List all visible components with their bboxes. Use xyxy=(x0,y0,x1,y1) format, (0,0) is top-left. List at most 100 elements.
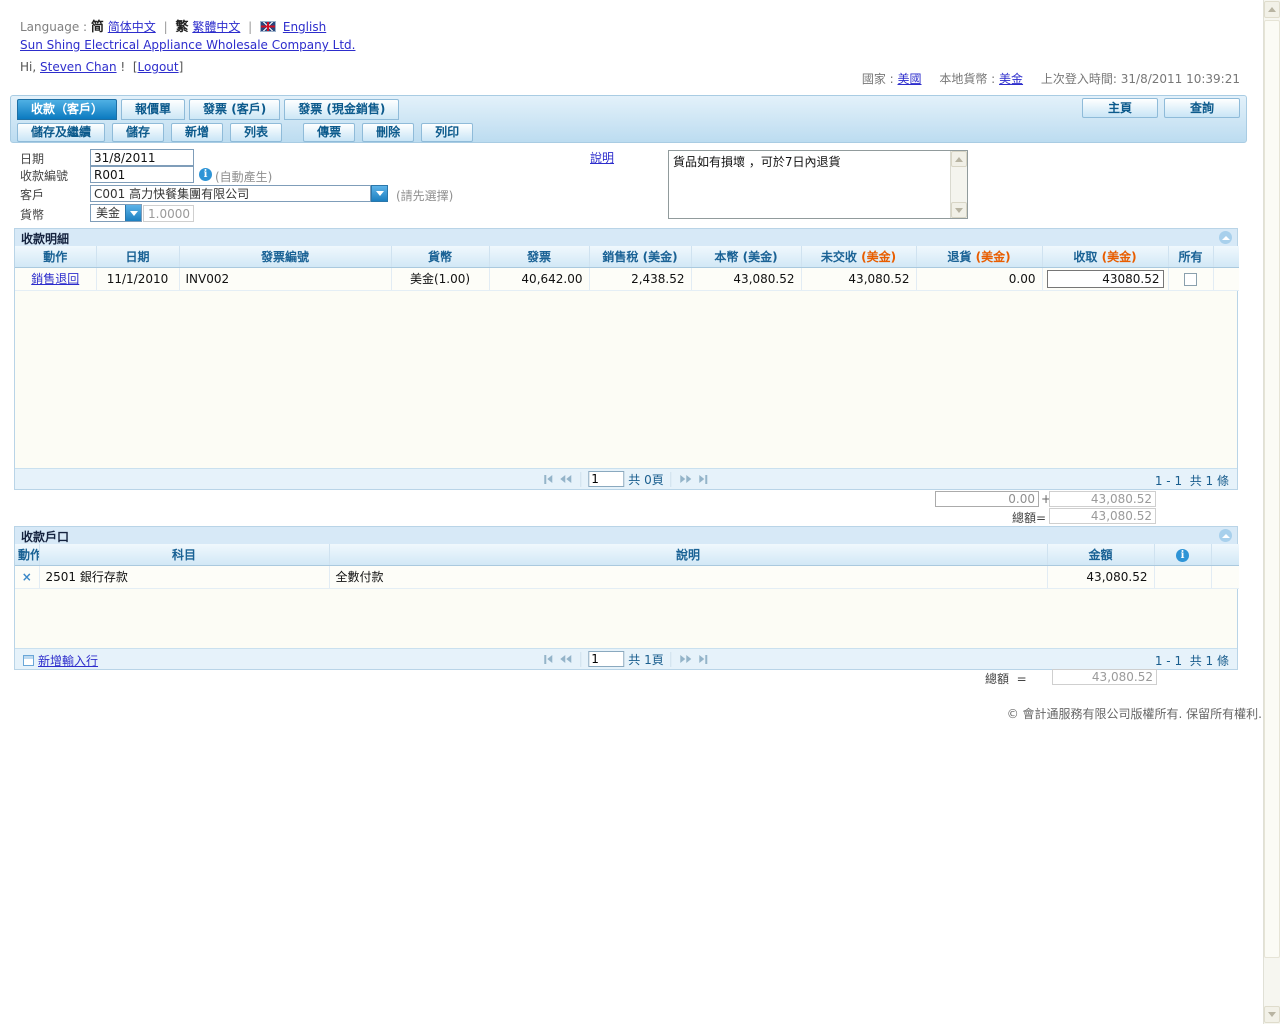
customer-hint: (請先選擇) xyxy=(396,187,453,204)
exchange-rate-input xyxy=(143,205,194,222)
next-page-icon[interactable] xyxy=(679,475,694,483)
voucher-button[interactable]: 傳票 xyxy=(303,123,355,142)
tab-invoice-cash-sale[interactable]: 發票 (現金銷售) xyxy=(284,99,399,120)
customer-combo-value[interactable]: C001 高力快餐集團有限公司 xyxy=(90,185,371,202)
col-spacer xyxy=(1211,544,1239,565)
logout-link[interactable]: Logout xyxy=(138,60,179,74)
col-currency: 貨幣 xyxy=(391,246,489,267)
customer-combo[interactable]: C001 高力快餐集團有限公司 xyxy=(90,185,388,202)
tab-invoice-customer[interactable]: 發票 (客戶) xyxy=(189,99,280,120)
traditional-glyph: 繁 xyxy=(175,20,188,35)
last-page-icon[interactable] xyxy=(698,655,710,664)
chevron-down-icon[interactable] xyxy=(371,185,388,202)
save-button[interactable]: 儲存 xyxy=(112,123,164,142)
select-cell xyxy=(1168,267,1213,290)
scroll-down-icon[interactable] xyxy=(951,202,967,218)
delete-button[interactable]: 刪除 xyxy=(362,123,414,142)
col-outstanding: 未交收 (美金) xyxy=(801,246,916,267)
receipt-no-input[interactable] xyxy=(90,166,194,183)
copyright-text: © 會計通服務有限公司版權所有. 保留所有權利. xyxy=(1007,705,1262,722)
add-row-link[interactable]: 新增輸入行 xyxy=(23,652,98,669)
remark-textarea[interactable]: 貨品如有損壞 ，可於7日內退貨 xyxy=(668,150,968,219)
info-icon[interactable]: i xyxy=(1176,549,1189,562)
new-button[interactable]: 新增 xyxy=(171,123,223,142)
col-invoice: 發票 xyxy=(489,246,589,267)
receive-cell xyxy=(1042,267,1168,290)
tab-quotation[interactable]: 報價單 xyxy=(121,99,185,120)
collapse-icon[interactable] xyxy=(1219,231,1232,244)
page-number-input[interactable] xyxy=(588,471,624,487)
account-grid-empty-area xyxy=(15,589,1237,648)
action-button-row: 儲存及繼續 儲存 新增 列表 傳票 刪除 列印 xyxy=(11,120,1246,143)
info-icon[interactable]: i xyxy=(199,168,212,181)
receive-input[interactable] xyxy=(1047,270,1164,288)
scrollbar-thumb[interactable] xyxy=(1264,20,1280,958)
language-bar: Language : 简 简体中文 | 繁 繁體中文 | English xyxy=(20,16,326,35)
separator: | xyxy=(248,20,252,34)
scroll-down-icon[interactable] xyxy=(1264,1006,1280,1023)
divider xyxy=(580,472,581,487)
add-row-label[interactable]: 新增輸入行 xyxy=(38,652,98,669)
remark-text[interactable]: 貨品如有損壞 ，可於7日內退貨 xyxy=(669,151,950,218)
page-count-label: 共 0頁 xyxy=(628,471,663,488)
row-checkbox[interactable] xyxy=(1184,273,1197,286)
first-page-icon[interactable] xyxy=(542,655,554,664)
local-currency-link[interactable]: 美金 xyxy=(999,72,1023,86)
delete-row-icon[interactable]: × xyxy=(22,570,32,584)
query-button[interactable]: 查詢 xyxy=(1164,98,1240,118)
next-page-icon[interactable] xyxy=(679,655,694,663)
currency-select[interactable]: 美金 xyxy=(90,204,142,222)
received-sum-input[interactable] xyxy=(935,491,1039,507)
last-login-label: 上次登入時間: xyxy=(1041,72,1117,86)
pager-controls: 共 1頁 xyxy=(542,649,709,670)
language-link-english[interactable]: English xyxy=(283,20,326,34)
date-input[interactable] xyxy=(90,149,194,166)
separator: | xyxy=(164,20,168,34)
last-page-icon[interactable] xyxy=(698,475,710,484)
currency-label: 貨幣 xyxy=(20,206,44,223)
textarea-scrollbar[interactable] xyxy=(950,151,967,218)
collapse-icon[interactable] xyxy=(1219,529,1232,542)
col-invoice-no: 發票編號 xyxy=(179,246,391,267)
base-amount-cell: 43,080.52 xyxy=(691,267,801,290)
print-button[interactable]: 列印 xyxy=(421,123,473,142)
prev-page-icon[interactable] xyxy=(558,655,573,663)
greeting-prefix: Hi, xyxy=(20,60,36,74)
page-scrollbar[interactable] xyxy=(1263,0,1280,1024)
list-button[interactable]: 列表 xyxy=(230,123,282,142)
home-button[interactable]: 主頁 xyxy=(1082,98,1158,118)
spacer-cell xyxy=(1211,565,1239,588)
page-number-input[interactable] xyxy=(588,651,624,667)
scroll-up-icon[interactable] xyxy=(951,151,967,167)
description-cell: 全數付款 xyxy=(329,565,1047,588)
currency-cell: 美金(1.00) xyxy=(391,267,489,290)
company-link[interactable]: Sun Shing Electrical Appliance Wholesale… xyxy=(20,38,355,52)
col-sales-tax: 銷售稅 (美金) xyxy=(589,246,691,267)
language-link-traditional[interactable]: 繁體中文 xyxy=(192,20,240,34)
main-toolbar: 收款（客戶） 報價單 發票 (客戶) 發票 (現金銷售) 主頁 查詢 儲存及繼續… xyxy=(10,95,1247,143)
save-and-continue-button[interactable]: 儲存及繼續 xyxy=(17,123,105,142)
detail-grid-title-text: 收款明細 xyxy=(21,232,69,246)
simplified-glyph: 简 xyxy=(91,20,104,35)
country-link[interactable]: 美國 xyxy=(898,72,922,86)
account-header-row: 動作 科目 說明 金額 i xyxy=(15,544,1239,565)
first-page-icon[interactable] xyxy=(542,475,554,484)
chevron-down-icon[interactable] xyxy=(125,205,141,221)
account-total-label: 總額 = xyxy=(985,670,1027,687)
nav-buttons: 主頁 查詢 xyxy=(1082,97,1242,120)
tab-receipt-customer[interactable]: 收款（客戶） xyxy=(17,99,117,120)
receipt-no-label: 收款編號 xyxy=(20,167,68,184)
outstanding-cell: 43,080.52 xyxy=(801,267,916,290)
table-row: 銷售退回 11/1/2010 INV002 美金(1.00) 40,642.00… xyxy=(15,267,1239,290)
greeting-row: Hi, Steven Chan ! [Logout] xyxy=(20,60,183,74)
last-login-value: 31/8/2011 10:39:21 xyxy=(1121,72,1240,86)
prev-page-icon[interactable] xyxy=(558,475,573,483)
scroll-up-icon[interactable] xyxy=(1264,1,1280,18)
col-receive: 收取 (美金) xyxy=(1042,246,1168,267)
remark-link[interactable]: 說明 xyxy=(590,151,614,165)
sales-return-link[interactable]: 銷售退回 xyxy=(31,272,79,286)
date-cell: 11/1/2010 xyxy=(96,267,179,290)
user-link[interactable]: Steven Chan xyxy=(40,60,117,74)
language-link-simplified[interactable]: 简体中文 xyxy=(108,20,156,34)
col-description: 說明 xyxy=(329,544,1047,565)
